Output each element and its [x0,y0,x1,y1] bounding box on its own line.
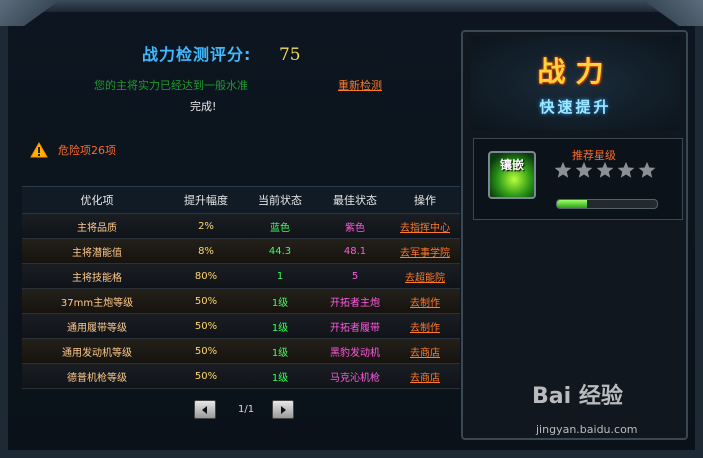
star-icon [617,161,635,178]
header-boost: 提升幅度 [184,194,228,207]
recheck-link[interactable]: 重新检测 [338,77,382,93]
cell-action-link[interactable]: 去军事学院 [390,244,460,259]
cell-best: 48.1 [343,245,367,257]
header-best: 最佳状态 [333,194,377,207]
detection-panel: 战力检测评分: 75 您的主将实力已经达到一般水准 重新检测 完成! 危险项26… [22,28,462,448]
score-line: 战力检测评分: 75 [142,41,301,65]
cell-best: 开拓者履带 [330,322,380,334]
table-row: 37mm主炮等级 50% 1级 开拓者主炮 去制作 [22,289,460,314]
cell-best: 马克沁机枪 [330,372,380,384]
danger-summary: 危险项26项 [30,142,116,158]
page-indicator: 1/1 [238,404,255,415]
cell-action-link[interactable]: 去超能院 [390,269,460,284]
cell-best: 黑豹发动机 [330,347,380,359]
cell-action-link[interactable]: 去制作 [390,319,460,334]
header-item: 优化项 [80,194,114,207]
star-rating [554,161,659,179]
cell-current: 蓝色 [270,222,290,234]
cell-boost: 50% [194,345,218,357]
power-subtitle: 快速提升 [539,98,612,116]
arrow-left-icon [202,405,207,414]
cell-action-link[interactable]: 去指挥中心 [390,219,460,234]
inlay-icon[interactable]: 镶嵌 [488,151,536,199]
cell-current: 1级 [271,297,289,309]
power-banner[interactable]: 战力 快速提升 [471,36,680,130]
star-icon [638,161,656,178]
score-label: 战力检测评分: [142,45,252,64]
cell-item: 主将品质 [77,222,117,234]
table-row: 主将品质 2% 蓝色 紫色 去指挥中心 [22,214,460,239]
cell-item: 德普机枪等级 [67,372,127,384]
header-action: 操作 [414,194,436,207]
optimization-table: 优化项 提升幅度 当前状态 最佳状态 操作 主将品质 2% 蓝色 紫色 去指挥中心主将潜… [22,186,460,389]
table-row: 主将潜能值 8% 44.3 48.1 去军事学院 [22,239,460,264]
done-text: 完成! [190,100,217,113]
cell-boost: 8% [198,245,214,257]
star-icon [554,161,572,178]
cell-boost: 2% [198,220,214,232]
cell-boost: 80% [194,270,218,282]
cell-item: 37mm主炮等级 [60,297,134,309]
cell-best: 5 [351,270,359,282]
table-row: 主将技能格 80% 1 5 去超能院 [22,264,460,289]
progress-bar [556,199,658,209]
danger-label: 危险项26项 [58,144,116,157]
cell-item: 主将技能格 [72,272,122,284]
inlay-label: 镶嵌 [499,158,524,172]
cell-boost: 50% [194,320,218,332]
watermark-logo: Bai 经验 [532,384,623,409]
cell-item: 主将潜能值 [72,247,122,259]
cell-item: 通用发动机等级 [62,347,132,359]
watermark-url: jingyan.baidu.com [536,423,638,436]
cell-item: 通用履带等级 [67,322,127,334]
arrow-right-icon [281,405,287,414]
table-row: 德普机枪等级 50% 1级 马克沁机枪 去商店 [22,364,460,389]
progress-fill [557,200,587,208]
prev-page-button[interactable] [194,400,216,419]
level-text: 您的主将实力已经达到一般水准 [94,79,248,92]
cell-current: 1级 [271,347,289,359]
cell-current: 1级 [271,372,289,384]
table-header: 优化项 提升幅度 当前状态 最佳状态 操作 [22,187,460,214]
header-current: 当前状态 [258,194,302,207]
star-icon [575,161,593,178]
cell-action-link[interactable]: 去制作 [390,294,460,309]
recommend-card: 镶嵌 推荐星级 [473,138,683,220]
cell-current: 1 [276,270,284,282]
cell-action-link[interactable]: 去商店 [390,344,460,359]
cell-best: 开拓者主炮 [330,297,380,309]
cell-boost: 50% [194,295,218,307]
cell-boost: 50% [194,370,218,382]
power-title: 战力 [537,55,614,88]
table-body: 主将品质 2% 蓝色 紫色 去指挥中心主将潜能值 8% 44.3 48.1 去军事学院主将技能格… [22,214,460,389]
table-row: 通用履带等级 50% 1级 开拓者履带 去制作 [22,314,460,339]
warning-icon [30,142,48,158]
cell-action-link[interactable]: 去商店 [390,369,460,384]
cell-best: 紫色 [345,222,365,234]
table-row: 通用发动机等级 50% 1级 黑豹发动机 去商店 [22,339,460,364]
cell-current: 1级 [271,322,289,334]
cell-current: 44.3 [268,245,292,257]
score-value: 75 [278,45,301,65]
star-icon [596,161,614,178]
pager: 1/1 [194,400,295,419]
next-page-button[interactable] [272,400,295,419]
